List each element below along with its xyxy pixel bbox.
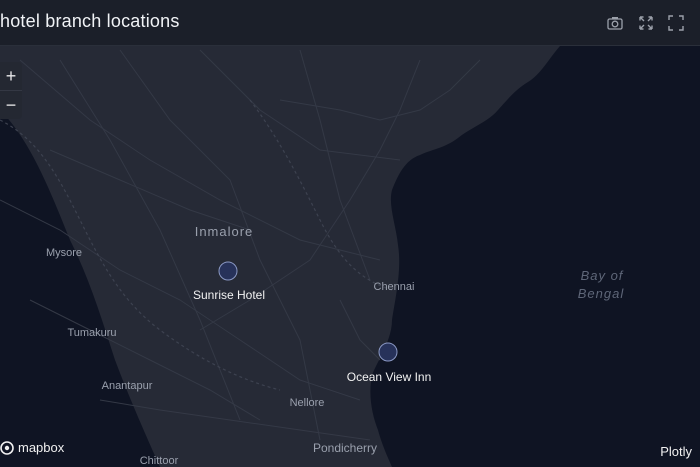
figure-header: hotel branch locations xyxy=(0,0,700,46)
sea-label-line1: Bay of xyxy=(581,268,624,283)
mapbox-logo-icon xyxy=(0,440,14,455)
autoscale-icon[interactable] xyxy=(637,14,655,32)
hotel-marker-oceanview[interactable] xyxy=(378,342,398,362)
place-label: Pondicherry xyxy=(313,441,377,455)
place-label: Inmalore xyxy=(195,224,254,239)
marker-label: Ocean View Inn xyxy=(347,370,432,384)
place-label: Tumakuru xyxy=(67,327,116,339)
zoom-out-button[interactable]: − xyxy=(0,91,22,119)
place-label: Chennai xyxy=(374,281,415,293)
place-label: Nellore xyxy=(290,397,325,409)
zoom-in-button[interactable]: + xyxy=(0,62,22,91)
fullscreen-icon[interactable] xyxy=(667,14,685,32)
mapbox-attribution[interactable]: mapbox xyxy=(0,440,64,455)
mapbox-label: mapbox xyxy=(18,440,65,455)
marker-label: Sunrise Hotel xyxy=(193,288,265,302)
hotel-marker-sunrise[interactable] xyxy=(218,261,238,281)
place-label: Mysore xyxy=(46,247,82,259)
map-canvas[interactable]: Inmalore Mysore Chennai Tumakuru Anantap… xyxy=(0,0,700,467)
plotly-logo[interactable]: Plotly xyxy=(660,444,692,459)
chart-title: hotel branch locations xyxy=(0,11,180,31)
place-label: Anantapur xyxy=(102,380,153,392)
map-figure: Inmalore Mysore Chennai Tumakuru Anantap… xyxy=(0,0,700,467)
camera-icon[interactable] xyxy=(606,14,624,32)
place-label: Chittoor xyxy=(140,455,179,467)
sea-label-line2: Bengal xyxy=(578,286,625,301)
